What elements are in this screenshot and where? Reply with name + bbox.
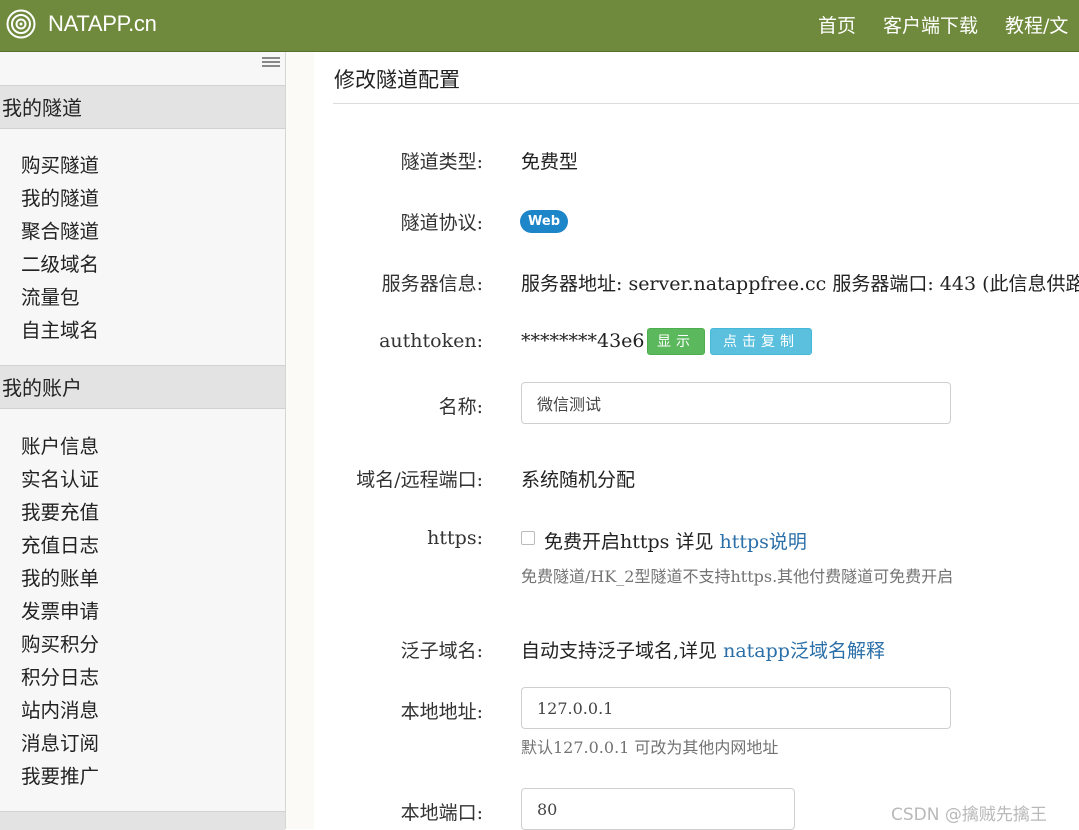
sidebar-item-custom-domain[interactable]: 自主域名 xyxy=(21,314,99,347)
brand-name: NATAPP.cn xyxy=(48,11,157,36)
sidebar-item-recharge[interactable]: 我要充值 xyxy=(21,496,99,529)
sidebar-section-account[interactable]: 我的账户 xyxy=(0,365,285,409)
sidebar-account-list: 账户信息 实名认证 我要充值 充值日志 我的账单 发票申请 购买积分 积分日志 … xyxy=(21,430,99,793)
name-label: 名称: xyxy=(438,396,483,418)
https-checkbox[interactable] xyxy=(521,531,535,545)
protocol-badge: Web xyxy=(520,210,568,233)
sidebar-item-subdomain[interactable]: 二级域名 xyxy=(21,248,99,281)
sidebar-item-aggregate-tunnels[interactable]: 聚合隧道 xyxy=(21,215,99,248)
top-navbar: NATAPP.cn 首页 客户端下载 教程/文 xyxy=(0,0,1079,52)
csdn-watermark: CSDN @擒贼先擒王 xyxy=(891,805,1047,825)
wildcard-docs-link[interactable]: natapp泛域名解释 xyxy=(723,640,885,662)
wildcard-label: 泛子域名: xyxy=(400,640,483,662)
https-option: 免费开启https 详见 https说明 xyxy=(544,527,807,554)
authtoken-label: authtoken: xyxy=(379,330,483,352)
sidebar-item-buy-tunnel[interactable]: 购买隧道 xyxy=(21,149,99,182)
nav-home[interactable]: 首页 xyxy=(818,11,856,38)
natapp-logo-icon xyxy=(6,9,36,39)
top-nav: 首页 客户端下载 教程/文 xyxy=(818,11,1079,38)
nav-tutorial[interactable]: 教程/文 xyxy=(1005,11,1068,38)
server-info-label: 服务器信息: xyxy=(381,273,483,295)
page-title: 修改隧道配置 xyxy=(334,68,460,92)
local-address-help: 默认127.0.0.1 可改为其他内网地址 xyxy=(521,738,779,757)
sidebar-item-recharge-log[interactable]: 充值日志 xyxy=(21,529,99,562)
domain-value: 系统随机分配 xyxy=(521,469,636,491)
authtoken-value: ********43e6 xyxy=(521,330,645,352)
domain-label: 域名/远程端口: xyxy=(356,469,483,491)
https-docs-link[interactable]: https说明 xyxy=(720,531,807,553)
sidebar-item-buy-points[interactable]: 购买积分 xyxy=(21,628,99,661)
tunnel-type-label: 隧道类型: xyxy=(400,151,483,173)
sidebar-tunnels-list: 购买隧道 我的隧道 聚合隧道 二级域名 流量包 自主域名 xyxy=(21,149,99,347)
show-token-button[interactable]: 显示 xyxy=(647,328,705,355)
brand[interactable]: NATAPP.cn xyxy=(6,6,157,42)
sidebar-item-invoice[interactable]: 发票申请 xyxy=(21,595,99,628)
protocol-label: 隧道协议: xyxy=(400,212,483,234)
https-help-text: 免费隧道/HK_2型隧道不支持https.其他付费隧道可免费开启 xyxy=(521,567,954,586)
wildcard-value: 自动支持泛子域名,详见 natapp泛域名解释 xyxy=(521,636,885,663)
https-label: https: xyxy=(427,527,483,549)
nav-client-download[interactable]: 客户端下载 xyxy=(883,11,978,38)
sidebar-item-my-tunnels[interactable]: 我的隧道 xyxy=(21,182,99,215)
local-port-input[interactable] xyxy=(521,788,795,830)
sidebar-section-next[interactable] xyxy=(0,811,285,830)
name-input[interactable] xyxy=(521,382,951,424)
sidebar-item-points-log[interactable]: 积分日志 xyxy=(21,661,99,694)
sidebar-item-verification[interactable]: 实名认证 xyxy=(21,463,99,496)
sidebar-item-account-info[interactable]: 账户信息 xyxy=(21,430,99,463)
sidebar: 我的隧道 购买隧道 我的隧道 聚合隧道 二级域名 流量包 自主域名 我的账户 账… xyxy=(0,52,286,830)
menu-toggle-icon[interactable] xyxy=(262,57,280,69)
wildcard-text: 自动支持泛子域名,详见 xyxy=(521,640,724,662)
server-info-value: 服务器地址: server.natappfree.cc 服务器端口: 443 (… xyxy=(521,273,1079,295)
sidebar-section-tunnels[interactable]: 我的隧道 xyxy=(0,85,285,129)
sidebar-item-traffic-pack[interactable]: 流量包 xyxy=(21,281,99,314)
copy-token-button[interactable]: 点击复制 xyxy=(710,328,812,355)
sidebar-item-messages[interactable]: 站内消息 xyxy=(21,694,99,727)
https-option-text: 免费开启https 详见 xyxy=(544,531,720,553)
local-address-label: 本地地址: xyxy=(400,701,483,723)
sidebar-item-my-bills[interactable]: 我的账单 xyxy=(21,562,99,595)
sidebar-item-promotion[interactable]: 我要推广 xyxy=(21,760,99,793)
tunnel-type-value: 免费型 xyxy=(521,151,579,173)
local-address-input[interactable] xyxy=(521,687,951,729)
title-divider xyxy=(333,103,1079,104)
sidebar-item-subscriptions[interactable]: 消息订阅 xyxy=(21,727,99,760)
local-port-label: 本地端口: xyxy=(400,802,483,824)
